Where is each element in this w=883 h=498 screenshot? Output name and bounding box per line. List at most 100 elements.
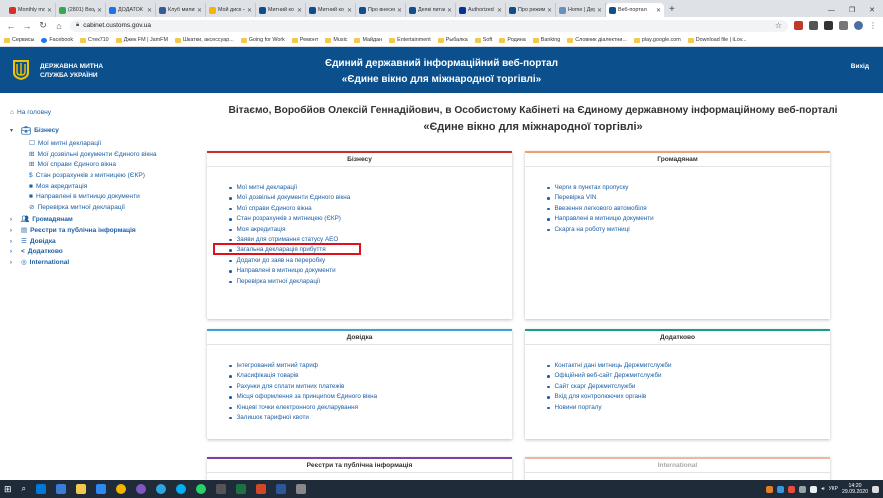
close-tab-icon[interactable]: ✕	[47, 7, 52, 14]
bookmark-item[interactable]: Сервисы	[4, 37, 34, 43]
close-tab-icon[interactable]: ✕	[147, 7, 152, 14]
home-icon[interactable]: ⌂	[54, 21, 64, 31]
card-link[interactable]: Направлені в митницю документи	[547, 214, 830, 224]
card-link[interactable]: Мої справи Єдиного вікна	[229, 204, 512, 214]
tray-icon[interactable]	[810, 485, 818, 493]
bookmark-item[interactable]: Soft	[474, 37, 492, 43]
bookmark-item[interactable]: Шкатки, аксессуар...	[174, 37, 234, 43]
bookmark-item[interactable]: Download file | iLov...	[687, 37, 747, 43]
extension-icon[interactable]	[839, 21, 848, 30]
sidebar-subitem[interactable]: ■ Направлені в митницю документи	[10, 192, 183, 203]
browser-tab[interactable]: Про режим ✕	[506, 3, 556, 17]
task-view-icon[interactable]	[36, 484, 47, 494]
bookmark-item[interactable]: Словник діалектни...	[567, 37, 627, 43]
close-tab-icon[interactable]: ✕	[97, 7, 102, 14]
bookmark-star-icon[interactable]: ☆	[775, 21, 782, 30]
tray-icon[interactable]	[799, 485, 807, 493]
reload-icon[interactable]: ↻	[38, 20, 48, 31]
card-link[interactable]: Мої дозвільні документи Єдиного вікна	[229, 193, 512, 203]
input-language[interactable]: УКР	[829, 486, 838, 492]
close-tab-icon[interactable]: ✕	[447, 7, 452, 14]
close-tab-icon[interactable]: ✕	[656, 7, 661, 14]
close-tab-icon[interactable]: ✕	[597, 7, 602, 14]
windows-start-icon[interactable]: ⊞	[4, 484, 12, 495]
card-link[interactable]: Вхід для контролюючих органів	[547, 392, 830, 402]
card-link[interactable]: Сайт скарг Держмитслужби	[547, 382, 830, 392]
browser-tab[interactable]: Деякі питан ✕	[406, 3, 456, 17]
app-icon[interactable]	[96, 484, 107, 494]
bookmark-item[interactable]: Banking	[532, 37, 560, 43]
card-link[interactable]: Направлені в митницю документи	[229, 266, 512, 276]
forward-icon[interactable]: →	[22, 21, 32, 31]
close-tab-icon[interactable]: ✕	[247, 7, 252, 14]
card-link[interactable]: Місця оформлення за принципом Єдиного ві…	[229, 392, 512, 402]
card-link[interactable]: Перевірка митної декларації	[229, 277, 512, 287]
maximize-icon[interactable]: ❐	[849, 6, 855, 14]
extension-icon[interactable]	[824, 21, 833, 30]
browser-tab[interactable]: ДОДАТОК ✕	[106, 3, 156, 17]
sidebar-section[interactable]: › ☰ Довідка	[10, 237, 183, 248]
tray-icon[interactable]	[777, 485, 785, 493]
browser-tab[interactable]: Monthly mo ✕	[6, 3, 56, 17]
browser-tab[interactable]: Митний ко ✕	[256, 3, 306, 17]
close-tab-icon[interactable]: ✕	[347, 7, 352, 14]
card-link[interactable]: Моя акредитація	[229, 225, 512, 235]
card-link[interactable]: Скарга на роботу митниці	[547, 225, 830, 235]
extension-icon[interactable]	[809, 21, 818, 30]
close-tab-icon[interactable]: ✕	[397, 7, 402, 14]
calculator-icon[interactable]	[216, 484, 227, 494]
card-link[interactable]: Ввезення легкового автомобіля	[547, 204, 830, 214]
excel-icon[interactable]	[236, 484, 247, 494]
app-icon[interactable]	[56, 484, 67, 494]
new-tab-button[interactable]: +	[664, 3, 680, 17]
search-icon[interactable]: ⌕	[22, 484, 26, 494]
bookmark-item[interactable]: play.google.com	[633, 37, 681, 43]
bookmark-item[interactable]: Майдан	[354, 37, 382, 43]
card-link[interactable]: Мої митні декларації	[229, 183, 512, 193]
minimize-icon[interactable]: —	[828, 7, 835, 14]
sidebar-subitem[interactable]: ■ Моя акредитація	[10, 182, 183, 193]
card-link[interactable]: Стан розрахунків з митницею (ЄКР)	[229, 214, 512, 224]
file-explorer-icon[interactable]	[76, 484, 87, 494]
bookmark-item[interactable]: Джек FM | JamFM	[115, 37, 168, 43]
browser-tab[interactable]: Authorized ✕	[456, 3, 506, 17]
close-tab-icon[interactable]: ✕	[547, 7, 552, 14]
bookmark-item[interactable]: Going for Work	[240, 37, 285, 43]
card-link[interactable]: Класифікація товарів	[229, 371, 512, 381]
sidebar-subitem[interactable]: ⊞ Мої справи Єдиного вікна	[10, 160, 183, 171]
powerpoint-icon[interactable]	[256, 484, 267, 494]
card-link[interactable]: Інтегрований митний тариф	[229, 361, 512, 371]
card-link[interactable]: Залишок тарифної квоти	[229, 413, 512, 423]
sidebar-subitem[interactable]: ☐ Мої митні декларації	[10, 139, 183, 150]
logout-link[interactable]: Вихід	[851, 63, 869, 70]
card-link[interactable]: Черги в пунктах пропуску	[547, 183, 830, 193]
browser-tab[interactable]: Клуб милих ✕	[156, 3, 206, 17]
bookmark-item[interactable]: Music	[325, 37, 347, 43]
sidebar-item-home[interactable]: ⌂ На головну	[10, 108, 183, 119]
sidebar-subitem[interactable]: ⊞ Мої дозвільні документи Єдиного вікна	[10, 150, 183, 161]
sidebar-section[interactable]: › 👥︎ Громадянам	[10, 215, 183, 226]
back-icon[interactable]: ←	[6, 21, 16, 31]
sidebar-subitem[interactable]: ⊘ Перевірка митної декларації	[10, 203, 183, 214]
tray-icon[interactable]	[788, 485, 796, 493]
browser-tab[interactable]: Про внесен ✕	[356, 3, 406, 17]
notifications-icon[interactable]	[872, 485, 879, 493]
browser-tab[interactable]: (2801) Вход ✕	[56, 3, 106, 17]
word-icon[interactable]	[276, 484, 287, 494]
browser-tab[interactable]: Веб-портал ✕	[606, 3, 664, 17]
browser-tab[interactable]: Home | Дер ✕	[556, 3, 606, 17]
sidebar-section[interactable]: › ▤ Реєстри та публічна інформація	[10, 226, 183, 237]
volume-icon[interactable]: 🔊︎	[821, 486, 824, 492]
sidebar-section[interactable]: › ◎ International	[10, 258, 183, 269]
bookmark-item[interactable]: Facebook	[41, 37, 73, 43]
close-tab-icon[interactable]: ✕	[197, 7, 202, 14]
tray-icon[interactable]	[766, 485, 774, 493]
bookmark-item[interactable]: Стек710	[80, 37, 109, 43]
sidebar-item-business[interactable]: ▾ 💼︎ Бізнесу	[10, 126, 183, 137]
telegram-icon[interactable]	[156, 484, 167, 494]
browser-tab[interactable]: Мой диск – ✕	[206, 3, 256, 17]
chrome-icon[interactable]	[116, 484, 127, 494]
whatsapp-icon[interactable]	[196, 484, 207, 494]
sidebar-section[interactable]: › < Додатково	[10, 247, 183, 258]
card-link[interactable]: Перевірка VIN	[547, 193, 830, 203]
